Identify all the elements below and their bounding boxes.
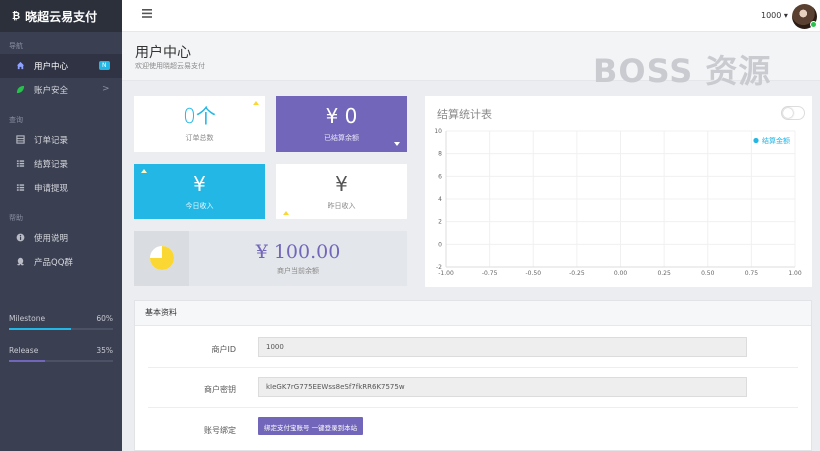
page-title: 用户中心 — [135, 45, 191, 61]
info-icon — [15, 233, 25, 244]
progress-milestone: Milestone 60% — [0, 310, 122, 342]
sidebar-item-label: 申请提现 — [34, 184, 69, 194]
x-tick-label: -0.50 — [525, 270, 541, 277]
balance-icon-box — [134, 231, 189, 286]
sidebar-item-orders[interactable]: 订单记录 — [0, 128, 122, 152]
sidebar-item-label: 结算记录 — [34, 160, 69, 170]
settled-label: 已结算余额 — [324, 134, 359, 142]
stat-balance: ¥ 100.00 商户当前余额 — [134, 231, 407, 286]
balance-label: 商户当前余额 — [277, 267, 319, 275]
progress-track — [9, 360, 113, 362]
table-icon — [15, 134, 25, 146]
x-tick-label: -0.25 — [569, 270, 585, 277]
sidebar-item-label: 用户中心 — [34, 62, 69, 72]
account-bind-label: 账号绑定 — [204, 426, 236, 435]
user-menu[interactable]: 1000 ▾ — [761, 11, 788, 20]
basic-info-panel: 基本资料 商户ID 1000 商户密钥 kIeGK7rG775EEWss8eSf… — [134, 300, 812, 451]
qq-icon — [15, 257, 25, 268]
corner-marker — [253, 101, 259, 105]
sidebar-item-qq-group[interactable]: 产品QQ群 — [0, 250, 122, 274]
page-subtitle: 欢迎使用晓超云易支付 — [135, 62, 205, 70]
legend-label: 结算金额 — [762, 136, 790, 145]
x-tick-label: 0.00 — [614, 270, 628, 277]
corner-marker — [394, 142, 400, 146]
leaf-icon — [15, 85, 25, 96]
x-tick-label: 0.50 — [701, 270, 715, 277]
x-tick-label: 1.00 — [788, 270, 802, 277]
stat-yesterday: ¥ 昨日收入 — [276, 164, 407, 219]
sidebar-item-label: 账户安全 — [34, 86, 69, 96]
divider — [148, 407, 798, 408]
panel-title: 基本资料 — [135, 301, 811, 326]
pie-chart-icon — [150, 246, 174, 270]
progress-label: Milestone — [9, 314, 46, 323]
stat-orders: 0个 订单总数 — [134, 96, 265, 152]
stat-settled: ¥ 0 已结算余额 — [276, 96, 407, 152]
stat-today: ¥ 今日收入 — [134, 164, 265, 219]
progress-track — [9, 328, 113, 330]
legend-marker — [753, 137, 759, 144]
sidebar-item-label: 使用说明 — [34, 234, 69, 244]
progress-fill — [9, 328, 72, 330]
nav-section-title: 查询 — [9, 116, 23, 124]
y-tick-label: 10 — [434, 128, 442, 135]
merchant-id-field[interactable]: 1000 — [258, 337, 747, 357]
logo[interactable]: ₿ 晓超云易支付 — [0, 0, 122, 32]
y-tick-label: 0 — [438, 241, 442, 248]
merchant-key-field[interactable]: kIeGK7rG775EEWss8eSf7fkRR6K7575w — [258, 377, 747, 397]
sidebar-item-user-center[interactable]: 用户中心 N — [0, 54, 122, 78]
bind-alipay-button[interactable]: 绑定支付宝账号 一键登录到本站 — [258, 417, 364, 435]
top-header: 1000 ▾ — [122, 0, 820, 32]
x-tick-label: -1.00 — [438, 270, 454, 277]
settlement-chart-panel: 结算统计表 10 8 6 4 2 0 -2 -1.00 -0.75 -0.50 -0.25 0.00 0… — [425, 96, 812, 287]
x-tick-label: 0.25 — [657, 270, 671, 277]
new-badge: N — [99, 61, 110, 70]
y-tick-label: 6 — [438, 173, 442, 180]
merchant-key-label: 商户密钥 — [204, 385, 236, 394]
online-status-dot — [810, 21, 817, 28]
y-tick-label: 4 — [438, 196, 442, 203]
corner-marker — [283, 211, 289, 215]
today-amount: ¥ — [193, 171, 206, 196]
divider — [148, 367, 798, 368]
x-tick-label: -0.75 — [482, 270, 498, 277]
progress-percent: 35% — [96, 346, 113, 355]
progress-label: Release — [9, 346, 39, 355]
home-icon — [15, 61, 25, 72]
watermark: BOSS 资源 — [593, 52, 772, 90]
sidebar-item-account-security[interactable]: 账户安全 > — [0, 78, 122, 102]
balance-amount: ¥ 100.00 — [255, 241, 341, 263]
hamburger-icon[interactable] — [142, 9, 152, 21]
list-icon — [15, 159, 25, 170]
progress-fill — [9, 360, 46, 362]
sidebar-item-help[interactable]: 使用说明 — [0, 226, 122, 250]
y-tick-label: 8 — [438, 151, 442, 158]
today-label: 今日收入 — [185, 201, 214, 210]
settled-amount: ¥ 0 — [325, 104, 358, 128]
x-tick-label: 0.75 — [745, 270, 759, 277]
page-header: 用户中心 欢迎使用晓超云易支付 BOSS 资源 — [122, 32, 820, 90]
sidebar-item-withdraw[interactable]: 申请提现 — [0, 176, 122, 200]
app-title: 晓超云易支付 — [25, 9, 98, 24]
nav-section-title: 帮助 — [9, 214, 23, 222]
y-tick-label: 2 — [438, 219, 442, 226]
chevron-right-icon: > — [102, 84, 110, 94]
orders-label: 订单总数 — [185, 134, 214, 142]
list-icon — [15, 183, 25, 194]
nav-section-title: 导航 — [9, 42, 23, 50]
orders-count: 0个 — [183, 104, 216, 128]
sidebar-item-label: 订单记录 — [34, 136, 69, 146]
progress-percent: 60% — [96, 314, 113, 323]
progress-release: Release 35% — [0, 342, 122, 374]
bitcoin-icon: ₿ — [12, 10, 21, 22]
yesterday-amount: ¥ — [335, 171, 348, 196]
yesterday-label: 昨日收入 — [327, 201, 356, 210]
merchant-id-label: 商户ID — [211, 345, 236, 354]
sidebar: ₿ 晓超云易支付 导航 用户中心 N 账户安全 > 查询 订单记录 结算记录 申… — [0, 0, 122, 451]
corner-marker — [141, 169, 147, 173]
sidebar-item-label: 产品QQ群 — [34, 258, 73, 268]
chart-area: 1086420-2-1.00 -0.75 -0.50 -0.25 0.00 0.25 0.5… — [434, 128, 802, 277]
sidebar-item-settlements[interactable]: 结算记录 — [0, 152, 122, 176]
